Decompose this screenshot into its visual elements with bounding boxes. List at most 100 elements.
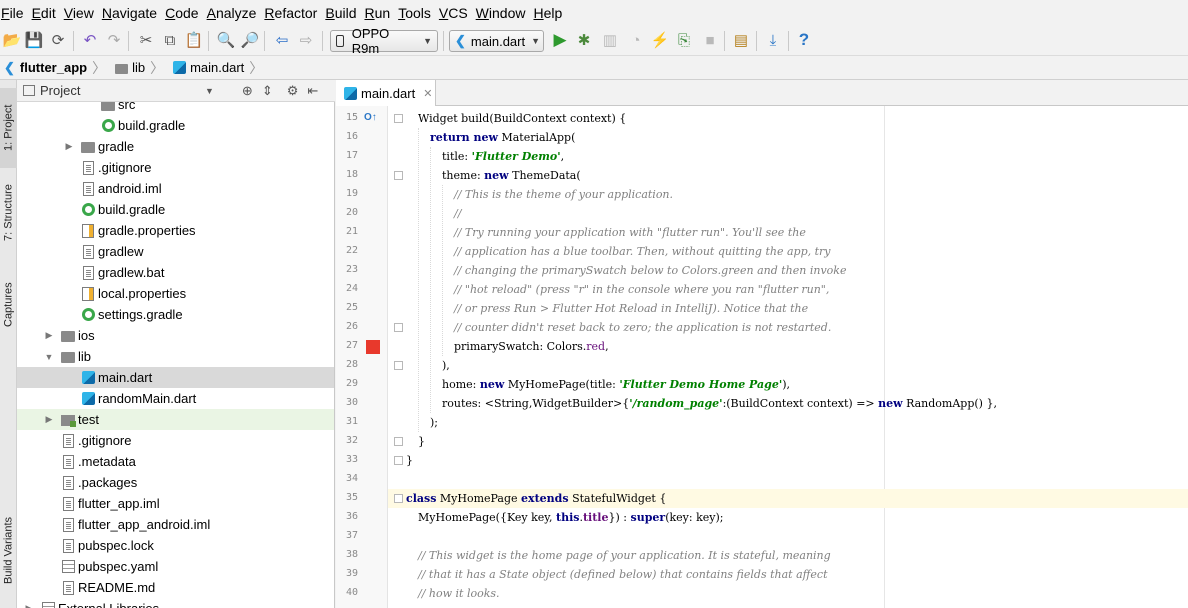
file-icon [62, 475, 74, 490]
expand-right-icon[interactable]: ▶ [43, 330, 55, 341]
expand-right-icon[interactable]: ▶ [43, 414, 55, 425]
paste-icon[interactable]: 📋 [184, 30, 204, 50]
help-icon[interactable]: ? [794, 30, 814, 50]
chevron-down-icon[interactable]: ▼ [205, 86, 214, 96]
stop-icon[interactable]: ■ [700, 30, 720, 50]
run-config-selector[interactable]: ❮ main.dart ▼ [449, 30, 544, 52]
device-selector[interactable]: OPPO R9m ▼ [330, 26, 438, 56]
expand-down-icon[interactable]: ▼ [43, 352, 55, 362]
dart-file-icon [81, 392, 95, 405]
tree-item[interactable]: flutter_app.iml [17, 493, 334, 514]
properties-file-icon [82, 286, 94, 301]
tree-item[interactable]: gradlew [17, 241, 334, 262]
menu-refactor[interactable]: Refactor [260, 0, 321, 26]
breadcrumb-project[interactable]: ❮ flutter_app 〉 [4, 58, 115, 78]
tree-item[interactable]: ▼ lib [17, 346, 334, 367]
save-icon[interactable]: 💾 [24, 30, 44, 50]
menu-analyze[interactable]: Analyze [203, 0, 261, 26]
code-line: // application has a blue toolbar. Then,… [454, 245, 831, 258]
settings-gear-icon[interactable]: ⚙ [287, 83, 299, 99]
debug-icon[interactable]: ✱ [574, 30, 594, 50]
tree-item[interactable]: ▶ test [17, 409, 334, 430]
sync-icon[interactable]: ⟳ [48, 30, 68, 50]
device-label: OPPO R9m [351, 26, 390, 56]
tab-build-variants[interactable]: Build Variants [0, 500, 17, 600]
project-view-selector[interactable]: Project [40, 83, 205, 98]
fold-marker-icon[interactable] [394, 494, 403, 503]
fold-marker-icon[interactable] [394, 114, 403, 123]
tab-structure[interactable]: 7: Structure [0, 172, 17, 254]
tree-item-label: .gitignore [98, 160, 152, 175]
tree-item[interactable]: build.gradle [17, 199, 334, 220]
tree-item[interactable]: pubspec.lock [17, 535, 334, 556]
tab-captures[interactable]: Captures [0, 270, 17, 340]
editor-tab-main-dart[interactable]: main.dart ✕ [336, 80, 436, 106]
tree-item[interactable]: build.gradle [17, 115, 334, 136]
redo-icon[interactable]: ↷ [104, 30, 124, 50]
fold-marker-icon[interactable] [394, 437, 403, 446]
tree-item[interactable]: src [17, 102, 334, 115]
menu-bar: File Edit View Navigate Code Analyze Refactor B… [0, 0, 1188, 26]
tree-item[interactable]: gradlew.bat [17, 262, 334, 283]
tree-item[interactable]: .metadata [17, 451, 334, 472]
back-icon[interactable]: ⇦ [272, 30, 292, 50]
tree-item-icon [61, 349, 75, 364]
tree-item[interactable]: flutter_app_android.iml [17, 514, 334, 535]
expand-right-icon[interactable]: ▶ [63, 141, 75, 152]
fold-marker-icon[interactable] [394, 323, 403, 332]
menu-file[interactable]: File [0, 0, 28, 26]
tree-item[interactable]: ▶ ios [17, 325, 334, 346]
menu-view[interactable]: View [60, 0, 98, 26]
tree-item[interactable]: ▶ gradle [17, 136, 334, 157]
tree-item[interactable]: local.properties [17, 283, 334, 304]
hide-panel-icon[interactable]: ⇤ [307, 83, 318, 99]
copy-icon[interactable]: ⧉ [160, 30, 180, 50]
sdk-manager-icon[interactable]: ⤓ [763, 30, 783, 50]
fold-marker-icon[interactable] [394, 456, 403, 465]
fold-marker-icon[interactable] [394, 361, 403, 370]
breadcrumb-lib[interactable]: lib 〉 [115, 58, 173, 78]
tree-item[interactable]: gradle.properties [17, 220, 334, 241]
menu-window[interactable]: Window [472, 0, 530, 26]
menu-tools[interactable]: Tools [394, 0, 435, 26]
locate-icon[interactable]: ⊕ [242, 83, 253, 99]
tree-item[interactable]: .gitignore [17, 430, 334, 451]
tree-item[interactable]: randomMain.dart [17, 388, 334, 409]
menu-build[interactable]: Build [321, 0, 360, 26]
replace-icon[interactable]: 🔎 [240, 30, 260, 50]
code-line: theme: new ThemeData( [442, 169, 581, 182]
cut-icon[interactable]: ✂ [136, 30, 156, 50]
fold-marker-icon[interactable] [394, 171, 403, 180]
menu-run[interactable]: Run [360, 0, 394, 26]
tree-item[interactable]: README.md [17, 577, 334, 598]
close-tab-icon[interactable]: ✕ [423, 87, 432, 100]
tree-item[interactable]: pubspec.yaml [17, 556, 334, 577]
expand-right-icon[interactable]: ▶ [23, 603, 35, 608]
code-area[interactable]: Widget build(BuildContext context) {retu… [336, 106, 1188, 608]
project-structure-icon[interactable]: ▤ [731, 30, 751, 50]
coverage-icon[interactable]: ▥ [600, 30, 620, 50]
open-folder-icon[interactable]: 📂 [2, 30, 22, 50]
menu-code[interactable]: Code [161, 0, 202, 26]
tree-item[interactable]: main.dart [17, 367, 334, 388]
collapse-all-icon[interactable]: ⇕ [262, 83, 273, 99]
tree-item[interactable]: .gitignore [17, 157, 334, 178]
menu-navigate[interactable]: Navigate [98, 0, 161, 26]
tree-item[interactable]: .packages [17, 472, 334, 493]
tree-item-icon [101, 118, 115, 133]
hot-reload-icon[interactable]: ⚡ [650, 30, 670, 50]
tree-item[interactable]: ▶ External Libraries [17, 598, 334, 608]
forward-icon[interactable]: ⇨ [296, 30, 316, 50]
find-icon[interactable]: 🔍 [216, 30, 236, 50]
undo-icon[interactable]: ↶ [80, 30, 100, 50]
profile-icon[interactable]: ◔ [626, 30, 646, 50]
attach-icon[interactable]: ⎘ [674, 30, 694, 50]
tree-item[interactable]: android.iml [17, 178, 334, 199]
run-icon[interactable]: ▶ [550, 30, 570, 50]
breadcrumb-file[interactable]: main.dart 〉 [173, 58, 272, 78]
menu-edit[interactable]: Edit [28, 0, 60, 26]
menu-help[interactable]: Help [529, 0, 566, 26]
tab-project[interactable]: 1: Project [0, 88, 17, 168]
tree-item[interactable]: settings.gradle [17, 304, 334, 325]
menu-vcs[interactable]: VCS [435, 0, 472, 26]
